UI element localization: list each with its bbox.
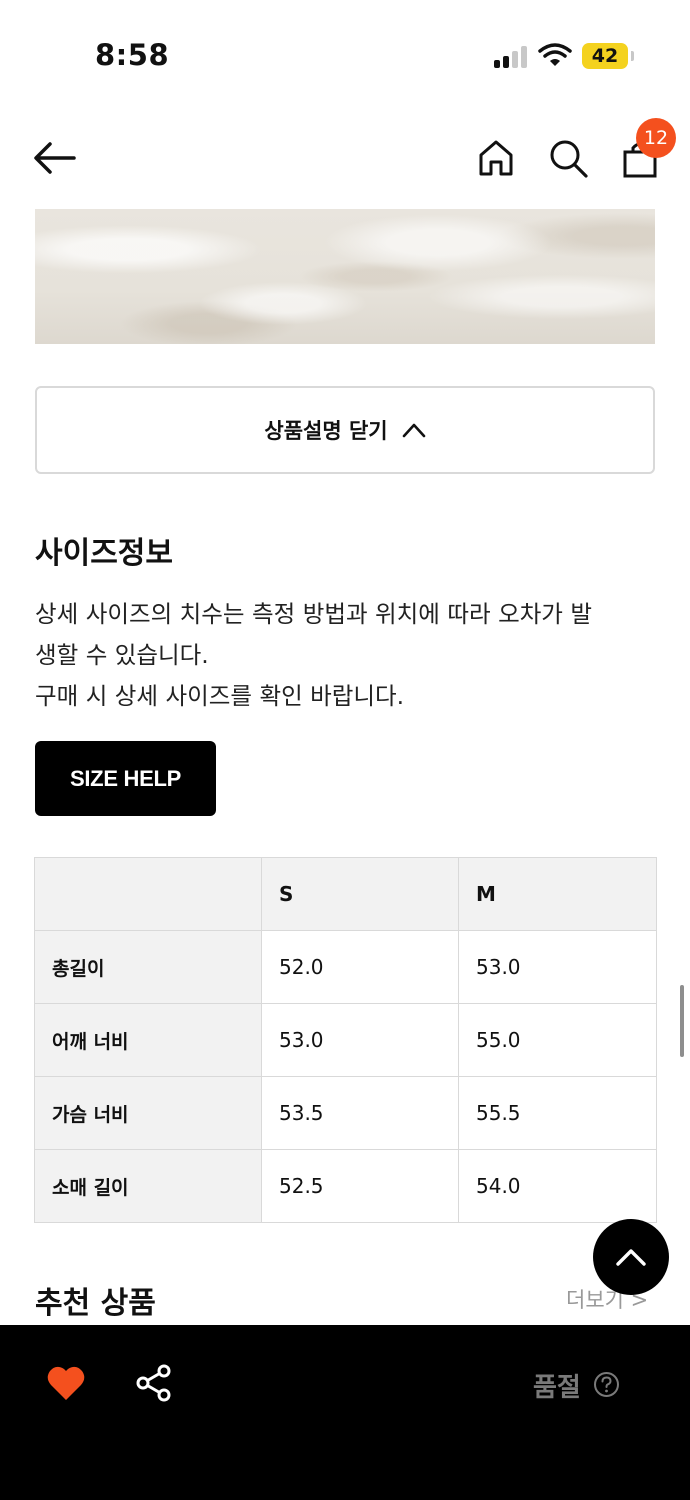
measurement-value: 54.0 <box>458 1149 657 1223</box>
measurement-value: 53.0 <box>458 930 657 1004</box>
cart-count-badge: 12 <box>636 118 676 158</box>
recommended-title: 추천 상품 <box>35 1286 156 1321</box>
size-column-header: M <box>458 857 657 931</box>
size-desc-line: 생할 수 있습니다. <box>35 641 209 669</box>
wifi-icon <box>538 43 572 66</box>
size-table-header-row: S M <box>34 857 657 931</box>
share-icon[interactable] <box>134 1363 174 1403</box>
measurement-label: 가슴 너비 <box>34 1076 262 1150</box>
size-table-corner <box>34 857 262 931</box>
cellular-signal-icon <box>494 46 530 68</box>
size-info-title: 사이즈정보 <box>35 536 173 571</box>
home-icon[interactable] <box>474 136 518 180</box>
measurement-value: 53.5 <box>261 1076 459 1150</box>
status-time: 8:58 <box>95 38 170 72</box>
measurement-value: 55.0 <box>458 1003 657 1077</box>
size-desc-line: 구매 시 상세 사이즈를 확인 바랍니다. <box>35 682 405 710</box>
collapse-description-button[interactable]: 상품설명 닫기 <box>35 386 655 474</box>
bottom-action-bar: 품절 <box>0 1325 690 1500</box>
size-table: S M 총길이 52.0 53.0 어깨 너비 53.0 55.0 가슴 너비 … <box>34 857 657 1223</box>
measurement-value: 52.0 <box>261 930 459 1004</box>
measurement-value: 55.5 <box>458 1076 657 1150</box>
heart-icon[interactable] <box>46 1364 86 1402</box>
scrollbar[interactable] <box>680 985 684 1057</box>
measurement-label: 소매 길이 <box>34 1149 262 1223</box>
table-row: 어깨 너비 53.0 55.0 <box>34 1003 657 1077</box>
question-circle-icon[interactable] <box>593 1371 620 1398</box>
chevron-up-icon <box>402 423 425 438</box>
sold-out-label: 품절 <box>533 1373 581 1403</box>
table-row: 총길이 52.0 53.0 <box>34 930 657 1004</box>
collapse-description-label: 상품설명 닫기 <box>264 419 388 443</box>
scroll-to-top-button[interactable] <box>593 1219 669 1295</box>
measurement-value: 53.0 <box>261 1003 459 1077</box>
top-navigation: 12 <box>0 110 690 205</box>
size-help-button[interactable]: SIZE HELP <box>35 741 216 816</box>
arrow-left-icon[interactable] <box>30 138 78 178</box>
status-bar: 8:58 42 <box>0 0 690 110</box>
size-info-description: 상세 사이즈의 치수는 측정 방법과 위치에 따라 오차가 발 생할 수 있습니… <box>35 594 655 717</box>
battery-indicator: 42 <box>582 43 634 69</box>
size-column-header: S <box>261 857 459 931</box>
measurement-label: 어깨 너비 <box>34 1003 262 1077</box>
table-row: 가슴 너비 53.5 55.5 <box>34 1076 657 1150</box>
search-icon[interactable] <box>546 136 590 180</box>
product-detail-image <box>35 209 655 344</box>
measurement-value: 52.5 <box>261 1149 459 1223</box>
measurement-label: 총길이 <box>34 930 262 1004</box>
size-desc-line: 상세 사이즈의 치수는 측정 방법과 위치에 따라 오차가 발 <box>35 600 593 628</box>
chevron-up-icon <box>616 1249 646 1266</box>
table-row: 소매 길이 52.5 54.0 <box>34 1149 657 1223</box>
